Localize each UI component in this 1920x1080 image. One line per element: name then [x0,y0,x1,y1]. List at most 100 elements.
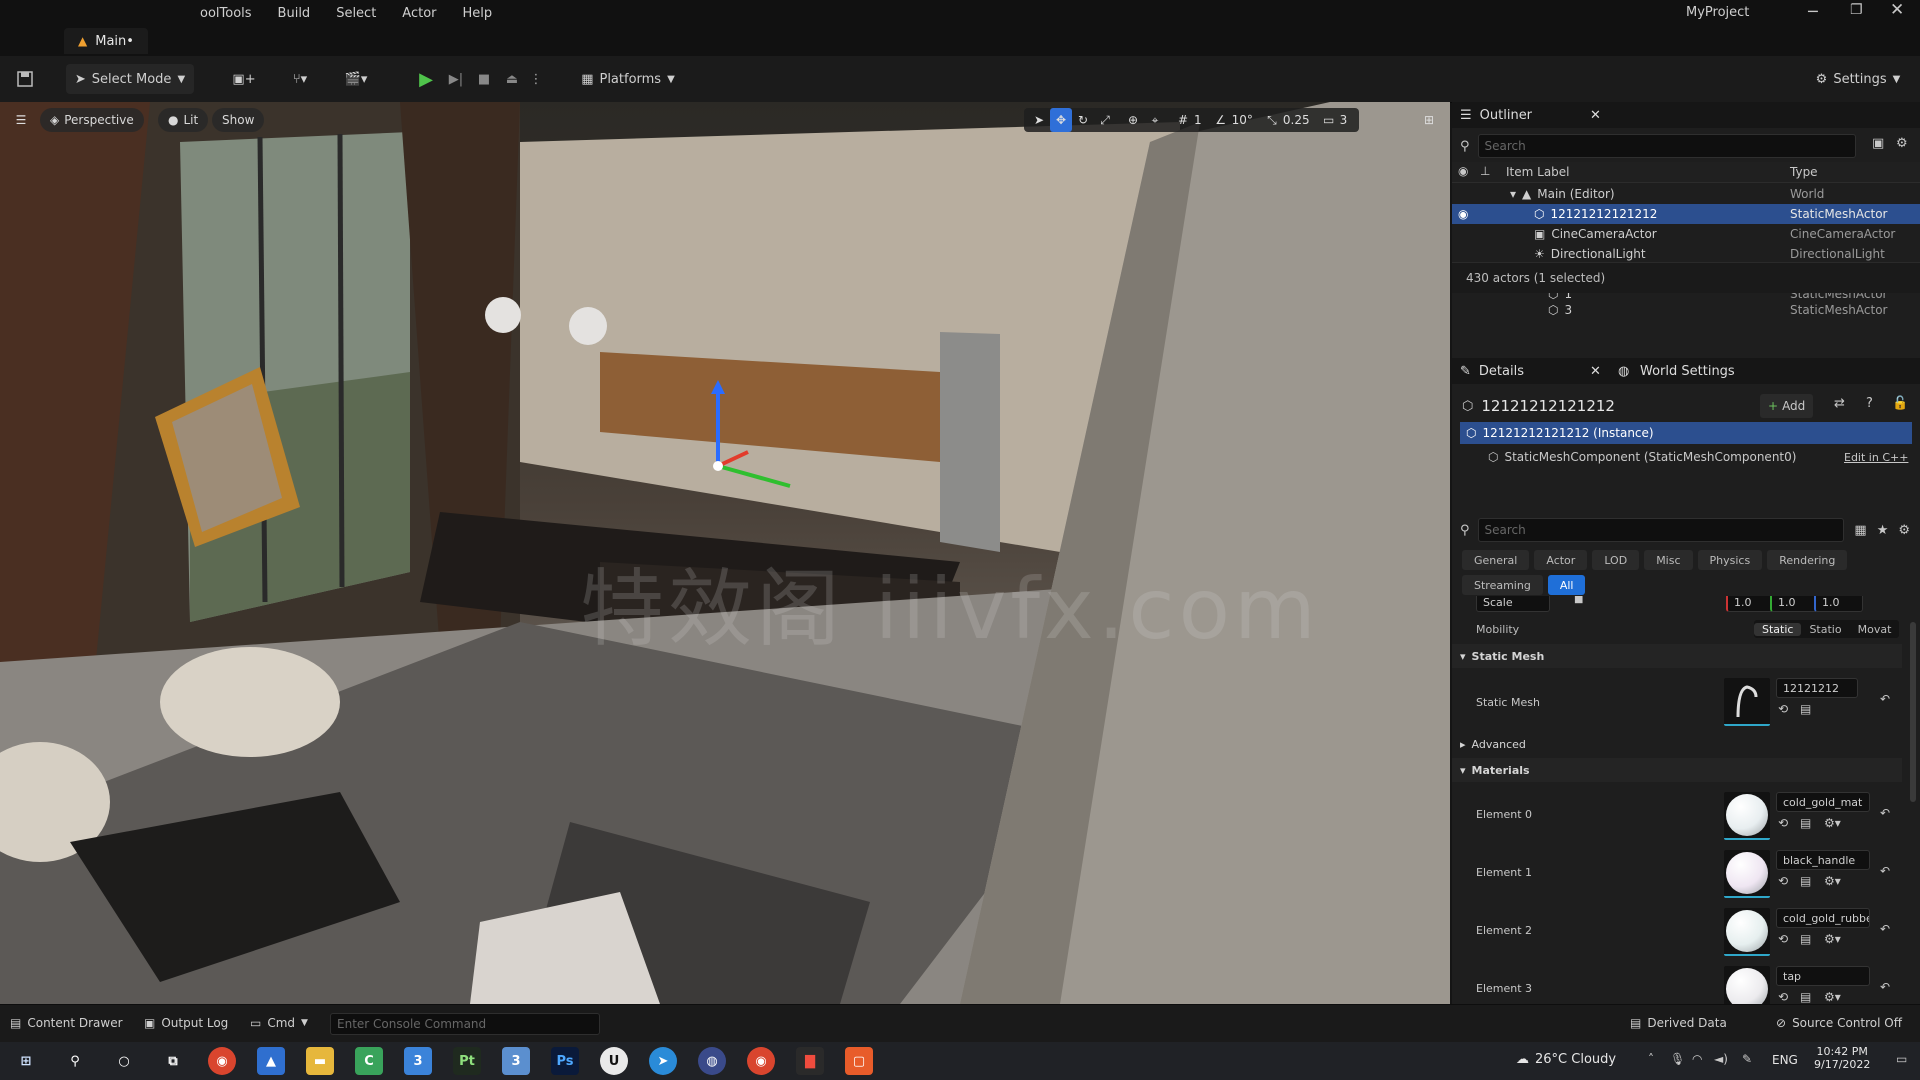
world-space-icon[interactable]: ⊕ [1122,108,1144,132]
grid-snap-value[interactable]: 1 [1194,113,1202,127]
reset-icon[interactable]: ↶ [1880,980,1890,994]
help-icon[interactable]: ? [1866,396,1873,411]
minimize-icon[interactable]: ─ [1808,2,1818,21]
category-physics[interactable]: Physics [1697,550,1763,570]
scale-y-field[interactable]: 1.0 [1770,596,1819,612]
tab-main[interactable]: ▲ Main• [64,28,148,54]
material-thumbnail[interactable] [1724,792,1770,840]
list-item[interactable]: ▾ ▲ Main (Editor) World [1452,184,1920,204]
add-content-button[interactable]: ▣+ [226,64,262,94]
surface-snap-icon[interactable]: ⌖ [1144,108,1166,132]
add-component-button[interactable]: + Add [1760,394,1814,418]
list-item[interactable]: ▣ CineCameraActor CineCameraActor [1452,224,1920,244]
advance-frame-button[interactable]: ▶| [444,64,468,94]
outliner-title[interactable]: Outliner [1480,108,1532,123]
stop-button[interactable]: ■ [472,64,496,94]
mobility-movable[interactable]: Movat [1850,623,1900,636]
wifi-icon[interactable]: ◠ [1692,1052,1702,1066]
menu-item-tools[interactable]: oolTools [200,6,252,21]
notification-icon[interactable]: ▭ [1896,1052,1907,1066]
advanced-row[interactable]: ▸ Advanced [1452,732,1902,756]
lock-icon[interactable]: 🔓 [1892,396,1908,411]
menu-item-build[interactable]: Build [278,6,311,21]
unreal-icon[interactable]: U [600,1047,628,1075]
camera-speed-value[interactable]: 3 [1340,113,1348,127]
search-icon[interactable]: ⚲ [61,1047,89,1075]
materials-section[interactable]: ▾ Materials [1452,758,1902,782]
use-selected-icon[interactable]: ⟲ [1778,990,1788,1004]
star-icon[interactable]: ★ [1877,523,1889,538]
use-selected-icon[interactable]: ⟲ [1778,702,1788,716]
blueprint-convert-icon[interactable]: ⇄ [1834,396,1845,411]
cmd-dropdown[interactable]: ▭ Cmd ▼ [250,1016,308,1030]
telegram-icon[interactable]: ➤ [649,1047,677,1075]
list-item[interactable]: ⬡ 3 StaticMeshActor [1452,304,1920,316]
component-row[interactable]: ⬡ StaticMeshComponent (StaticMeshCompone… [1460,446,1912,468]
material-thumbnail[interactable] [1724,966,1770,1004]
actor-name-field[interactable]: 12121212121212 [1481,397,1615,415]
options-gear-icon[interactable]: ⚙▾ [1824,990,1841,1004]
volume-icon[interactable]: ◄) [1714,1052,1728,1066]
restore-icon[interactable]: ❐ [1850,2,1863,18]
category-actor[interactable]: Actor [1534,550,1588,570]
instance-row[interactable]: ⬡ 12121212121212 (Instance) [1460,422,1912,444]
lock-ratio-icon[interactable]: ■ [1574,596,1583,605]
chrome-icon[interactable]: ◉ [208,1047,236,1075]
scale-snap-value[interactable]: 0.25 [1283,113,1310,127]
menu-item-actor[interactable]: Actor [402,6,436,21]
close-icon[interactable]: ✕ [1890,0,1904,20]
select-mode-button[interactable]: ➤ Select Mode ▼ [66,64,194,94]
menu-item-help[interactable]: Help [463,6,493,21]
outliner-search[interactable]: ⚲ Search [1460,134,1860,158]
static-mesh-section[interactable]: ▾ Static Mesh [1452,644,1902,668]
scale-z-field[interactable]: 1.0 [1814,596,1863,612]
show-button[interactable]: Show [212,108,265,132]
category-streaming[interactable]: Streaming [1462,575,1543,595]
type-header[interactable]: Type [1790,165,1818,179]
browse-icon[interactable]: ▤ [1800,932,1811,946]
mobility-stationary[interactable]: Statio [1801,623,1849,636]
outliner-search-input[interactable]: Search [1477,134,1856,158]
table-view-icon[interactable]: ▦ [1854,523,1866,538]
edit-cpp-link[interactable]: Edit in C++ [1844,451,1908,464]
derived-data-button[interactable]: ▤ Derived Data [1630,1016,1727,1030]
use-selected-icon[interactable]: ⟲ [1778,874,1788,888]
weather-widget[interactable]: ☁ 26°C Cloudy [1516,1052,1616,1067]
tab-details[interactable]: Details [1479,364,1524,379]
material-dropdown[interactable]: black_handle [1776,850,1870,870]
lit-button[interactable]: ● Lit [158,108,209,132]
details-scrollbar[interactable] [1910,622,1916,802]
content-drawer-button[interactable]: ▤ Content Drawer [10,1016,123,1030]
clock[interactable]: 10:42 PM 9/17/2022 [1814,1045,1870,1071]
app-blue-icon[interactable]: ◍ [698,1047,726,1075]
details-search-input[interactable]: Search [1477,518,1845,542]
cortana-icon[interactable]: ○ [110,1047,138,1075]
scale-tool-icon[interactable]: ⤢ [1094,108,1116,132]
static-mesh-thumbnail[interactable] [1724,678,1770,726]
move-tool-icon[interactable]: ✥ [1050,108,1072,132]
perspective-button[interactable]: ◈ Perspective [40,108,144,132]
details-settings-icon[interactable]: ⚙ [1898,523,1910,538]
browse-icon[interactable]: ▤ [1800,702,1811,716]
windows-start-icon[interactable]: ⊞ [12,1047,40,1075]
source-control-button[interactable]: ⊘ Source Control Off [1776,1016,1902,1030]
list-item-selected[interactable]: ◉ ⬡ 12121212121212 StaticMeshActor [1452,204,1920,224]
blueprint-button[interactable]: ⑂▾ [280,64,320,94]
category-all[interactable]: All [1547,575,1586,595]
use-selected-icon[interactable]: ⟲ [1778,932,1788,946]
menu-item-select[interactable]: Select [336,6,376,21]
app-orange-icon[interactable]: ▢ [845,1047,873,1075]
settings-button[interactable]: ⚙ Settings ▼ [1812,64,1904,94]
item-label-header[interactable]: Item Label [1506,165,1570,179]
viewport-menu-icon[interactable]: ☰ [10,108,32,132]
rotation-snap-value[interactable]: 10° [1232,113,1253,127]
camera-speed-icon[interactable]: ▭ [1318,108,1340,132]
pt-icon[interactable]: Pt [453,1047,481,1075]
category-lod[interactable]: LOD [1592,550,1640,570]
browse-icon[interactable]: ▤ [1800,816,1811,830]
play-options-button[interactable]: ⋮ [528,64,544,94]
browse-icon[interactable]: ▤ [1800,874,1811,888]
reset-icon[interactable]: ↶ [1880,692,1890,706]
app-3b-icon[interactable]: 3 [502,1047,530,1075]
scale-x-field[interactable]: 1.0 [1726,596,1775,612]
